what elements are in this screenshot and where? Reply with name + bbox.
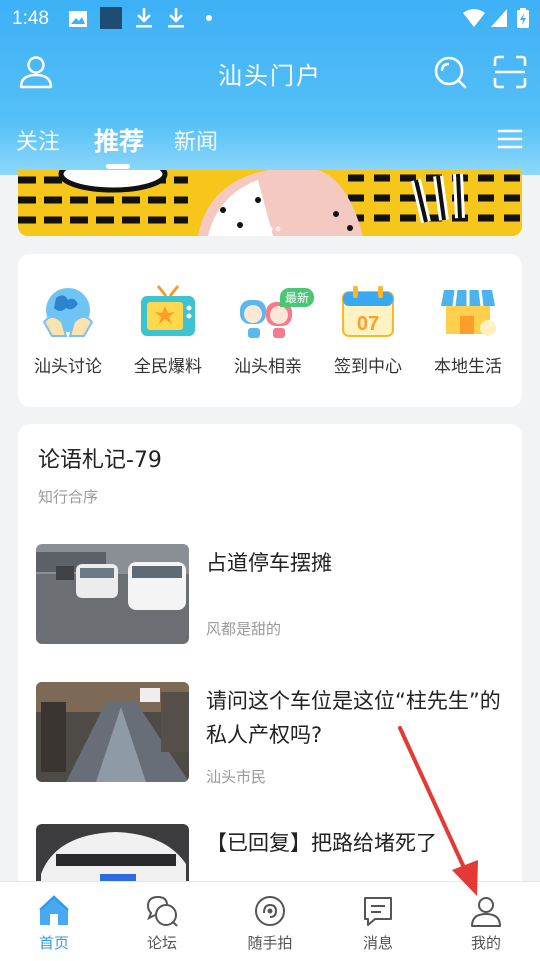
quick-link-local-life[interactable]: 本地生活 xyxy=(418,282,518,377)
tab-bar: 关注 推荐 新闻 xyxy=(0,112,540,169)
home-icon xyxy=(39,895,69,925)
nav-label: 首页 xyxy=(38,934,69,952)
active-tab-indicator xyxy=(106,164,130,169)
post-title: 请问这个车位是这位“柱先生”的私人产权吗? xyxy=(206,689,501,747)
banner-image xyxy=(18,170,522,236)
message-icon xyxy=(364,897,392,926)
feed-section-title[interactable]: 论语札记-79 xyxy=(38,442,162,474)
nav-home[interactable]: 首页 xyxy=(0,882,108,961)
nav-profile[interactable]: 我的 xyxy=(432,882,540,961)
quick-link-label: 本地生活 xyxy=(434,357,502,377)
nav-label: 随手拍 xyxy=(247,934,293,952)
nav-label: 我的 xyxy=(470,934,501,952)
battery-icon xyxy=(517,8,529,28)
nav-label: 论坛 xyxy=(146,934,177,952)
post-item[interactable]: 请问这个车位是这位“柱先生”的私人产权吗? 汕头市民 xyxy=(36,682,506,786)
promo-banner[interactable] xyxy=(18,170,522,236)
quick-link-shantou-discuss[interactable]: 汕头讨论 xyxy=(18,282,118,377)
quick-link-label: 汕头相亲 xyxy=(234,357,302,377)
top-nav: 汕头门户 xyxy=(0,40,540,104)
search-icon[interactable] xyxy=(432,54,468,90)
post-author: 风都是甜的 xyxy=(206,620,282,638)
post-title: 【已回复】把路给堵死了 xyxy=(206,831,437,855)
bottom-nav: 首页 论坛 随手拍 消息 我的 xyxy=(0,881,540,961)
post-author: 汕头市民 xyxy=(206,768,267,786)
quick-link-report[interactable]: 全民爆料 xyxy=(118,282,218,377)
quick-link-label: 全民爆料 xyxy=(134,357,202,377)
tv-icon xyxy=(141,285,195,336)
post-thumbnail xyxy=(36,544,189,644)
post-title: 占道停车摆摊 xyxy=(206,551,332,575)
chat-bubbles-icon xyxy=(146,895,178,927)
tab-follow[interactable]: 关注 xyxy=(16,124,60,156)
dot-icon xyxy=(206,15,212,21)
app-header: 1:48 汕头门户 关注 推荐 新闻 xyxy=(0,0,540,175)
nav-snapshot[interactable]: 随手拍 xyxy=(216,882,324,961)
quick-link-checkin[interactable]: 07 签到中心 xyxy=(318,282,418,377)
quick-links-card: 汕头讨论 全民爆料 最新 汕头相亲 07 签到中心 本地生活 xyxy=(18,254,522,407)
post-thumbnail xyxy=(36,682,189,782)
quick-link-label: 签到中心 xyxy=(334,357,402,377)
app-notification-icon xyxy=(100,7,122,29)
globe-hands-icon xyxy=(42,288,94,337)
feed-section-subtitle: 知行合序 xyxy=(38,488,99,506)
user-icon xyxy=(471,897,501,927)
nav-label: 消息 xyxy=(362,934,393,952)
quick-link-label: 汕头讨论 xyxy=(34,357,102,377)
feed-card: 论语札记-79 知行合序 占道停车摆摊 风都是甜的 请问这个车位是这位“柱先生”… xyxy=(18,424,522,924)
download-icon xyxy=(168,8,184,28)
new-badge: 最新 xyxy=(280,288,315,307)
signal-icon xyxy=(491,9,507,27)
calendar-icon: 07 xyxy=(342,286,394,337)
image-notification-icon xyxy=(69,11,87,27)
nav-messages[interactable]: 消息 xyxy=(324,882,432,961)
post-item[interactable]: 占道停车摆摊 风都是甜的 xyxy=(36,544,506,644)
wifi-icon xyxy=(463,9,485,27)
status-time: 1:48 xyxy=(12,8,49,29)
calendar-date: 07 xyxy=(357,313,379,335)
scan-icon[interactable] xyxy=(492,54,528,90)
quick-link-dating[interactable]: 最新 汕头相亲 xyxy=(218,282,318,377)
nav-forum[interactable]: 论坛 xyxy=(108,882,216,961)
tab-news[interactable]: 新闻 xyxy=(174,124,218,156)
download-icon xyxy=(136,8,152,28)
tab-recommend[interactable]: 推荐 xyxy=(94,122,144,158)
shop-icon xyxy=(441,289,496,336)
snapshot-icon xyxy=(255,896,285,926)
status-bar: 1:48 xyxy=(0,0,540,36)
menu-icon[interactable] xyxy=(497,128,523,150)
